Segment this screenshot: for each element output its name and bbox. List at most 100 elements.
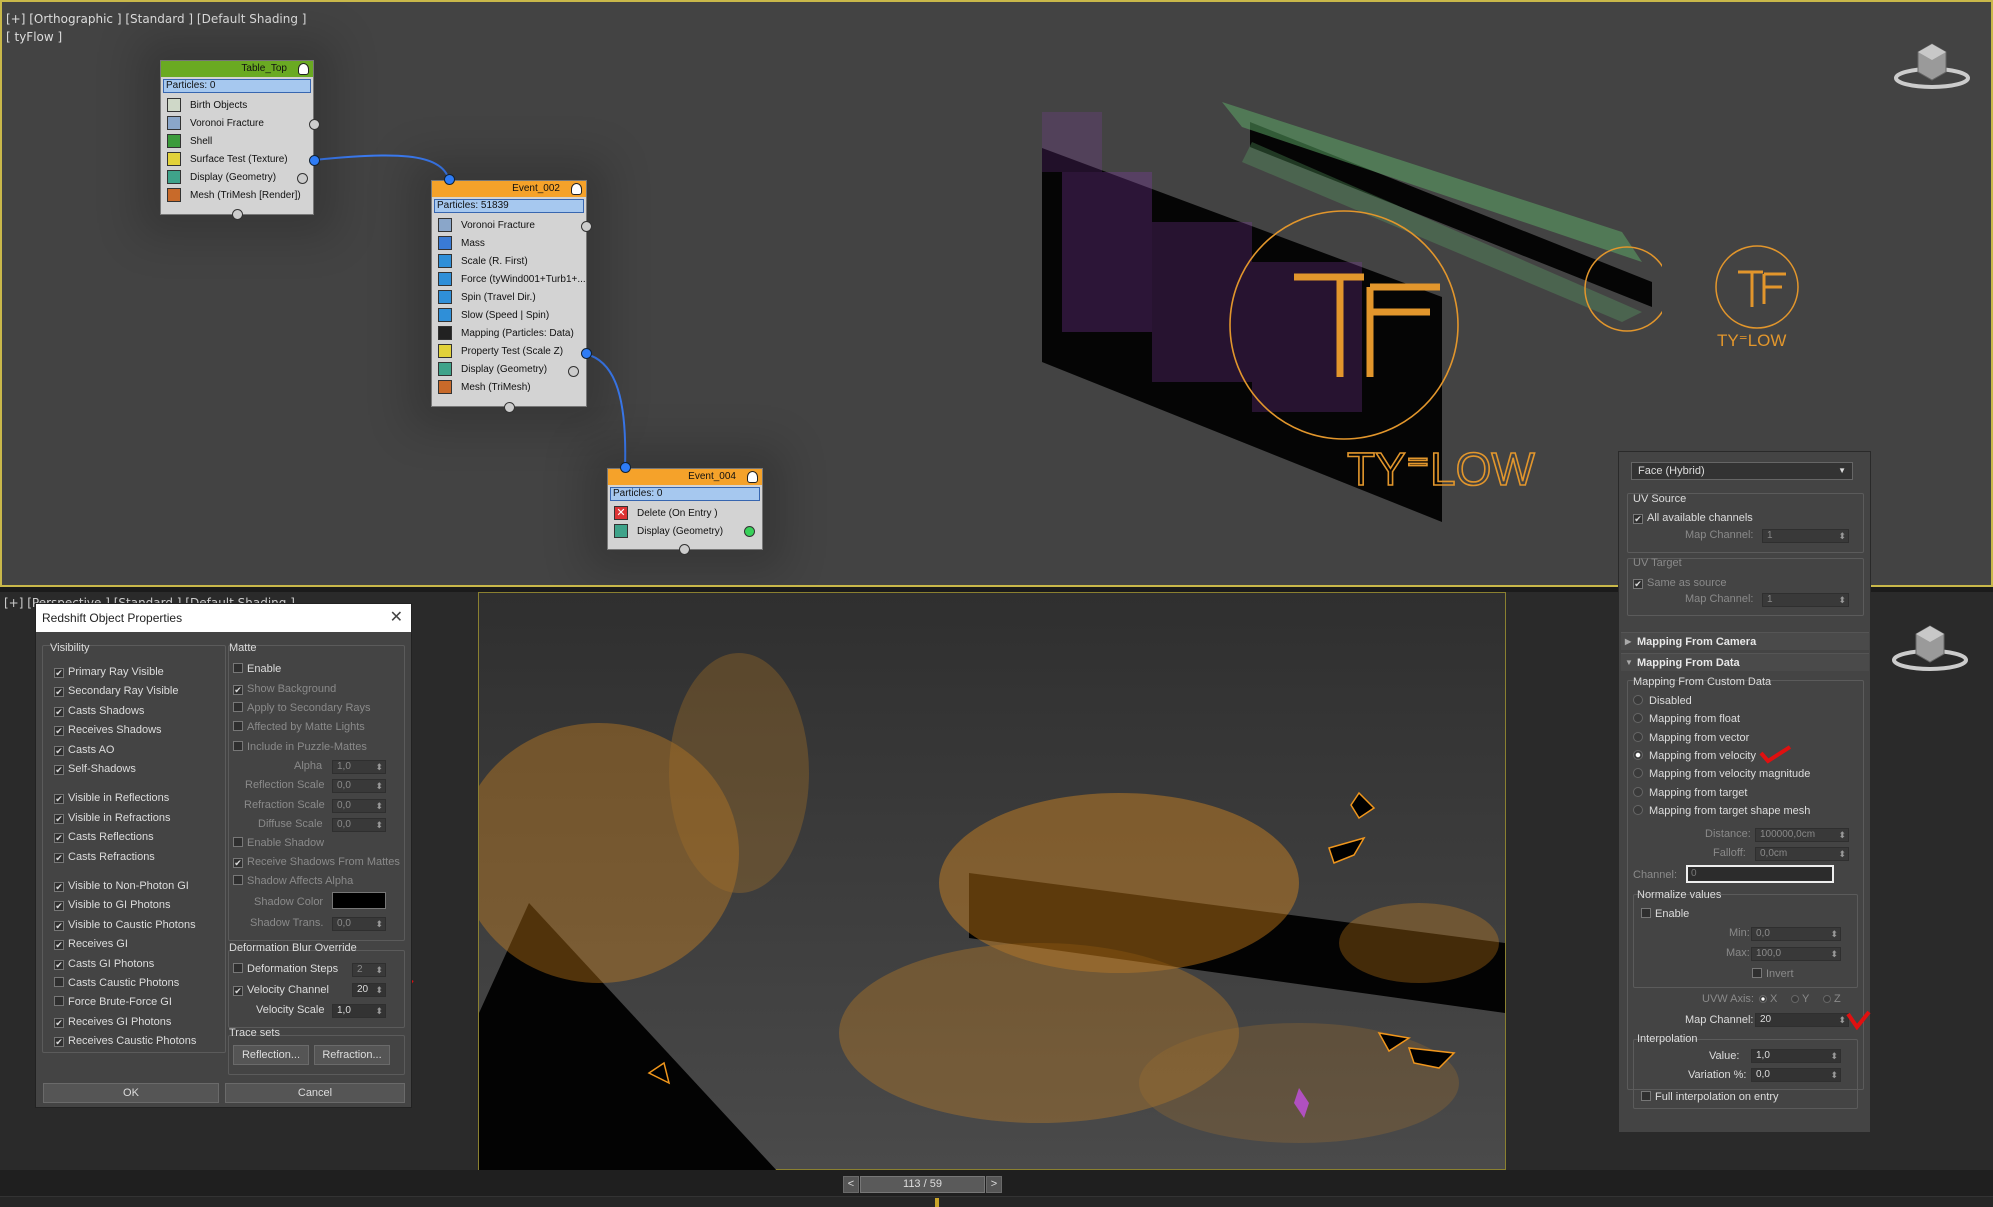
normalize-enable-checkbox[interactable]: Enable (1641, 908, 1689, 920)
invert-checkbox[interactable]: Invert (1752, 968, 1794, 980)
output-pin[interactable] (581, 221, 592, 232)
diffuse-scale-spinner[interactable]: 0,0 (332, 818, 386, 832)
visibility-checkbox[interactable]: Secondary Ray Visible (54, 685, 178, 698)
ok-button[interactable]: OK (43, 1083, 219, 1103)
output-pin-connected[interactable] (581, 348, 592, 359)
show-background-checkbox[interactable]: Show Background (233, 683, 336, 695)
output-pin[interactable] (309, 119, 320, 130)
operator-scale[interactable]: Scale (R. First) (432, 252, 586, 270)
input-pin[interactable] (679, 544, 690, 555)
shadow-alpha-checkbox[interactable]: Shadow Affects Alpha (233, 875, 353, 887)
variation-spinner[interactable]: 0,0 (1751, 1068, 1841, 1082)
viewcube-icon[interactable] (1892, 40, 1972, 92)
operator-mass[interactable]: Mass (432, 234, 586, 252)
cancel-button[interactable]: Cancel (225, 1083, 405, 1103)
min-spinner[interactable]: 0,0 (1751, 927, 1841, 941)
affected-matte-lights-checkbox[interactable]: Affected by Matte Lights (233, 721, 365, 733)
shadow-trans-spinner[interactable]: 0,0 (332, 917, 386, 931)
operator-voronoi[interactable]: Voronoi Fracture (161, 114, 313, 132)
operator-surface-test[interactable]: Surface Test (Texture) (161, 150, 313, 168)
operator-mesh[interactable]: Mesh (TriMesh [Render]) (161, 186, 313, 204)
operator-shell[interactable]: Shell (161, 132, 313, 150)
close-icon[interactable]: ✕ (390, 604, 403, 632)
visibility-checkbox[interactable]: Casts AO (54, 744, 114, 756)
mapping-option-radio[interactable]: Mapping from target (1633, 786, 1747, 799)
node-table-top[interactable]: Table_Top Particles: 0 Birth Objects Vor… (160, 60, 314, 215)
refraction-sets-button[interactable]: Refraction... (314, 1045, 390, 1065)
axis-z-radio[interactable]: Z (1823, 993, 1841, 1005)
mapping-option-radio[interactable]: Mapping from float (1633, 713, 1740, 725)
deformation-steps-checkbox[interactable]: Deformation Steps (233, 963, 338, 975)
operator-mapping[interactable]: Mapping (Particles: Data) (432, 324, 586, 342)
velocity-channel-spinner[interactable]: 20 (352, 983, 386, 997)
velocity-channel-checkbox[interactable]: Velocity Channel (233, 984, 329, 996)
uv-source-map-channel[interactable]: 1 (1762, 529, 1849, 543)
visibility-checkbox[interactable]: Visible to GI Photons (54, 899, 171, 912)
value-spinner[interactable]: 1,0 (1751, 1049, 1841, 1063)
shadow-color-swatch[interactable] (332, 892, 386, 909)
viewcube-icon[interactable] (1890, 622, 1970, 674)
visibility-checkbox[interactable]: Casts Shadows (54, 705, 144, 717)
input-pin-connected[interactable] (444, 174, 455, 185)
distance-spinner[interactable]: 100000,0cm (1755, 828, 1849, 842)
operator-delete[interactable]: ✕ Delete (On Entry ) (608, 504, 762, 522)
redshift-object-properties-dialog[interactable]: Redshift Object Properties ✕ Visibility M… (35, 603, 412, 1108)
input-pin[interactable] (232, 209, 243, 220)
visibility-checkbox[interactable]: Self-Shadows (54, 763, 136, 775)
visibility-checkbox[interactable]: Receives Shadows (54, 724, 162, 737)
visibility-checkbox[interactable]: Visible to Caustic Photons (54, 919, 196, 931)
alpha-spinner[interactable]: 1,0 (332, 760, 386, 774)
channel-input[interactable]: 0 (1686, 865, 1834, 883)
rollout-mapping-from-camera[interactable]: ▶ Mapping From Camera (1621, 632, 1869, 650)
visibility-checkbox[interactable]: Primary Ray Visible (54, 666, 164, 678)
matte-enable-checkbox[interactable]: Enable (233, 663, 281, 675)
timeline[interactable]: < 113 / 59 > (0, 1170, 1993, 1207)
output-pin[interactable] (297, 173, 308, 184)
output-pin[interactable] (568, 366, 579, 377)
visibility-checkbox[interactable]: Casts Refractions (54, 851, 155, 863)
face-mode-dropdown[interactable]: Face (Hybrid) ▼ (1631, 462, 1853, 480)
track-bar[interactable] (0, 1196, 1993, 1207)
input-pin[interactable] (504, 402, 515, 413)
mapping-option-radio[interactable]: Disabled (1633, 695, 1692, 707)
bulb-icon[interactable] (747, 471, 758, 483)
visibility-checkbox[interactable]: Receives GI Photons (54, 1016, 171, 1028)
enable-shadow-checkbox[interactable]: Enable Shadow (233, 837, 324, 849)
visibility-checkbox[interactable]: Force Brute-Force GI (54, 996, 172, 1008)
data-map-channel-spinner[interactable]: 20 (1755, 1013, 1849, 1027)
visibility-checkbox[interactable]: Receives Caustic Photons (54, 1035, 196, 1048)
reflection-sets-button[interactable]: Reflection... (233, 1045, 309, 1065)
operator-property-test[interactable]: Property Test (Scale Z) (432, 342, 586, 360)
render-frame[interactable] (459, 592, 1506, 1170)
visibility-checkbox[interactable]: Casts GI Photons (54, 958, 154, 970)
velocity-scale-spinner[interactable]: 1,0 (332, 1004, 386, 1018)
operator-birth-objects[interactable]: Birth Objects (161, 96, 313, 114)
axis-y-radio[interactable]: Y (1791, 993, 1809, 1005)
bulb-icon[interactable] (298, 63, 309, 75)
mapping-operator-panel[interactable]: Face (Hybrid) ▼ UV Source All available c… (1618, 451, 1871, 1133)
prev-frame-button[interactable]: < (843, 1176, 859, 1193)
refraction-scale-spinner[interactable]: 0,0 (332, 799, 386, 813)
next-frame-button[interactable]: > (986, 1176, 1002, 1193)
input-pin-connected[interactable] (620, 462, 631, 473)
mapping-option-radio[interactable]: Mapping from target shape mesh (1633, 804, 1810, 817)
operator-mesh[interactable]: Mesh (TriMesh) (432, 378, 586, 396)
operator-voronoi[interactable]: Voronoi Fracture (432, 216, 586, 234)
falloff-spinner[interactable]: 0,0cm (1755, 847, 1849, 861)
visibility-checkbox[interactable]: Visible to Non-Photon GI (54, 880, 189, 892)
reflection-scale-spinner[interactable]: 0,0 (332, 779, 386, 793)
include-puzzle-checkbox[interactable]: Include in Puzzle-Mattes (233, 741, 367, 753)
output-pin-active[interactable] (744, 526, 755, 537)
deformation-steps-spinner[interactable]: 2 (352, 963, 386, 977)
time-slider[interactable]: 113 / 59 (860, 1176, 985, 1193)
mapping-option-radio[interactable]: Mapping from velocity magnitude (1633, 768, 1810, 780)
bulb-icon[interactable] (571, 183, 582, 195)
visibility-checkbox[interactable]: Visible in Reflections (54, 792, 169, 805)
operator-display[interactable]: Display (Geometry) (608, 522, 762, 540)
operator-slow[interactable]: Slow (Speed | Spin) (432, 306, 586, 324)
receive-shadows-checkbox[interactable]: Receive Shadows From Mattes (233, 856, 400, 868)
visibility-checkbox[interactable]: Casts Caustic Photons (54, 977, 179, 989)
node-event-004[interactable]: Event_004 Particles: 0 ✕ Delete (On Entry… (607, 468, 763, 550)
apply-secondary-checkbox[interactable]: Apply to Secondary Rays (233, 702, 371, 714)
output-pin-connected[interactable] (309, 155, 320, 166)
